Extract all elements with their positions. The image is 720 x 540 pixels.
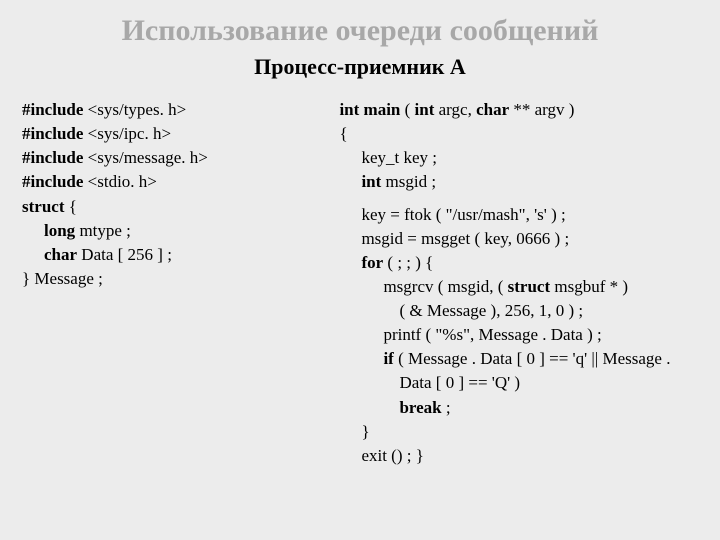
break-line: break ; <box>339 396 697 420</box>
keyword: for <box>361 253 383 272</box>
text: msgrcv ( msgid, ( <box>383 277 507 296</box>
decl-line: int msgid ; <box>339 170 697 194</box>
text: ** argv ) <box>509 100 574 119</box>
keyword: struct <box>508 277 550 296</box>
text: msgid ; <box>381 172 436 191</box>
directive: #include <box>22 148 83 167</box>
text: argc, <box>434 100 476 119</box>
code-line: ( & Message ), 256, 1, 0 ) ; <box>339 299 697 323</box>
keyword: break <box>399 398 441 417</box>
for-line: for ( ; ; ) { <box>339 251 697 275</box>
slide: Использование очереди сообщений Процесс-… <box>0 0 720 540</box>
header: <sys/types. h> <box>88 100 187 119</box>
include-line: #include <sys/types. h> <box>22 98 319 122</box>
keyword: int <box>415 100 435 119</box>
struct-field: char Data [ 256 ] ; <box>22 243 319 267</box>
code-line: Data [ 0 ] == 'Q' ) <box>339 371 697 395</box>
header: <sys/ipc. h> <box>88 124 171 143</box>
include-line: #include <sys/message. h> <box>22 146 319 170</box>
left-column: #include <sys/types. h> #include <sys/ip… <box>22 98 319 468</box>
keyword: struct <box>22 197 64 216</box>
slide-title: Использование очереди сообщений <box>22 14 698 48</box>
keyword: char <box>476 100 509 119</box>
exit-line: exit () ; } <box>339 444 697 468</box>
keyword: int main <box>339 100 400 119</box>
code-line: msgid = msgget ( key, 0666 ) ; <box>339 227 697 251</box>
include-line: #include <stdio. h> <box>22 170 319 194</box>
main-signature: int main ( int argc, char ** argv ) <box>339 98 697 122</box>
text: ( <box>400 100 414 119</box>
struct-field: long mtype ; <box>22 219 319 243</box>
decl-line: key_t key ; <box>339 146 697 170</box>
close-brace: } <box>339 420 697 444</box>
keyword: int <box>361 172 381 191</box>
field: mtype ; <box>75 221 131 240</box>
text: ; <box>442 398 451 417</box>
right-column: int main ( int argc, char ** argv ) { ke… <box>339 98 697 468</box>
directive: #include <box>22 124 83 143</box>
header: <stdio. h> <box>88 172 157 191</box>
struct-close: } Message ; <box>22 267 319 291</box>
text: ( ; ; ) { <box>383 253 433 272</box>
field: Data [ 256 ] ; <box>77 245 172 264</box>
keyword: char <box>44 245 77 264</box>
if-line: if ( Message . Data [ 0 ] == 'q' || Mess… <box>339 347 697 371</box>
struct-open: struct { <box>22 195 319 219</box>
code-line: msgrcv ( msgid, ( struct msgbuf * ) <box>339 275 697 299</box>
brace: { <box>64 197 76 216</box>
header: <sys/message. h> <box>88 148 208 167</box>
text: ( Message . Data [ 0 ] == 'q' || Message… <box>394 349 671 368</box>
code-line: printf ( "%s", Message . Data ) ; <box>339 323 697 347</box>
open-brace: { <box>339 122 697 146</box>
code-columns: #include <sys/types. h> #include <sys/ip… <box>22 98 698 468</box>
keyword: long <box>44 221 75 240</box>
keyword: if <box>383 349 393 368</box>
include-line: #include <sys/ipc. h> <box>22 122 319 146</box>
directive: #include <box>22 172 83 191</box>
text: msgbuf * ) <box>550 277 628 296</box>
slide-subtitle: Процесс-приемник А <box>22 54 698 80</box>
directive: #include <box>22 100 83 119</box>
code-line: key = ftok ( "/usr/mash", 's' ) ; <box>339 203 697 227</box>
